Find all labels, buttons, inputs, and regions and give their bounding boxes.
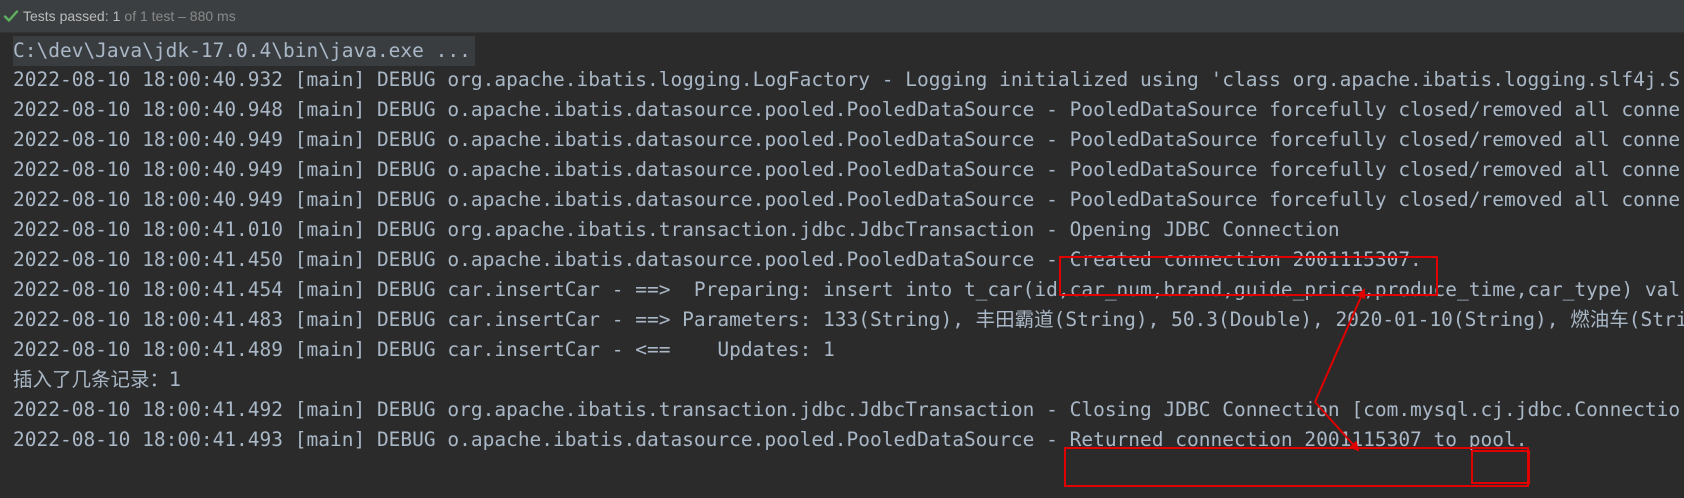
console-line: 2022-08-10 18:00:40.949 [main] DEBUG o.a… <box>13 128 1681 151</box>
returned-connection-highlight <box>1064 447 1529 487</box>
console-line: 2022-08-10 18:00:40.949 [main] DEBUG o.a… <box>13 158 1681 181</box>
tests-passed-count: 1 <box>112 8 121 24</box>
console-line: 2022-08-10 18:00:41.483 [main] DEBUG car… <box>13 308 1684 331</box>
console-line: 2022-08-10 18:00:41.492 [main] DEBUG org… <box>13 398 1681 421</box>
console-line: 2022-08-10 18:00:41.489 [main] DEBUG car… <box>13 338 835 361</box>
created-connection-highlight <box>1059 256 1438 296</box>
check-icon <box>3 10 19 22</box>
test-status-bar: Tests passed: 1 of 1 test – 880 ms <box>0 0 1684 33</box>
console-line: 2022-08-10 18:00:40.948 [main] DEBUG o.a… <box>13 98 1681 121</box>
console-line: 2022-08-10 18:00:40.932 [main] DEBUG org… <box>13 68 1681 91</box>
tests-passed-label: Tests passed: <box>23 8 109 24</box>
tests-detail: of 1 test – 880 ms <box>124 8 236 24</box>
console-command-line[interactable]: C:\dev\Java\jdk-17.0.4\bin\java.exe ... <box>13 36 475 66</box>
console-line-output: 插入了几条记录：1 <box>13 368 182 391</box>
pool-highlight <box>1471 450 1530 484</box>
console-line: 2022-08-10 18:00:41.010 [main] DEBUG org… <box>13 218 1340 241</box>
console-line: 2022-08-10 18:00:40.949 [main] DEBUG o.a… <box>13 188 1681 211</box>
